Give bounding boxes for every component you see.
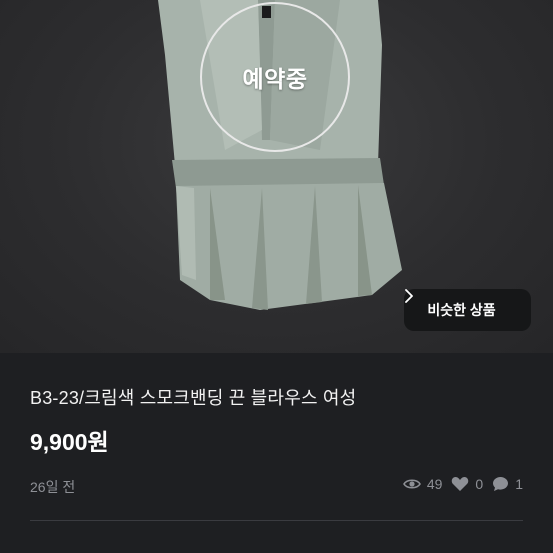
likes-count: 0	[475, 476, 484, 492]
heart-icon	[452, 477, 469, 491]
similar-items-button[interactable]: 비슷한 상품	[404, 289, 531, 331]
product-photo[interactable]: 예약중 비슷한 상품	[0, 0, 553, 353]
chat-bubble-icon	[493, 477, 509, 491]
reserved-badge: 예약중	[200, 2, 350, 152]
chats-stat: 1	[492, 476, 523, 492]
likes-stat: 0	[451, 476, 483, 492]
similar-items-label: 비슷한 상품	[427, 302, 496, 318]
product-title: B3-23/크림색 스모크밴딩 끈 블라우스 여성	[30, 388, 357, 408]
listing-stats: 49 0 1	[394, 476, 523, 492]
divider	[30, 520, 523, 521]
views-count: 49	[426, 476, 443, 492]
views-stat: 49	[402, 476, 443, 492]
chats-count: 1	[515, 476, 523, 492]
product-price: 9,900원	[30, 429, 109, 455]
eye-icon	[402, 479, 421, 489]
posted-time: 26일 전	[30, 479, 76, 495]
